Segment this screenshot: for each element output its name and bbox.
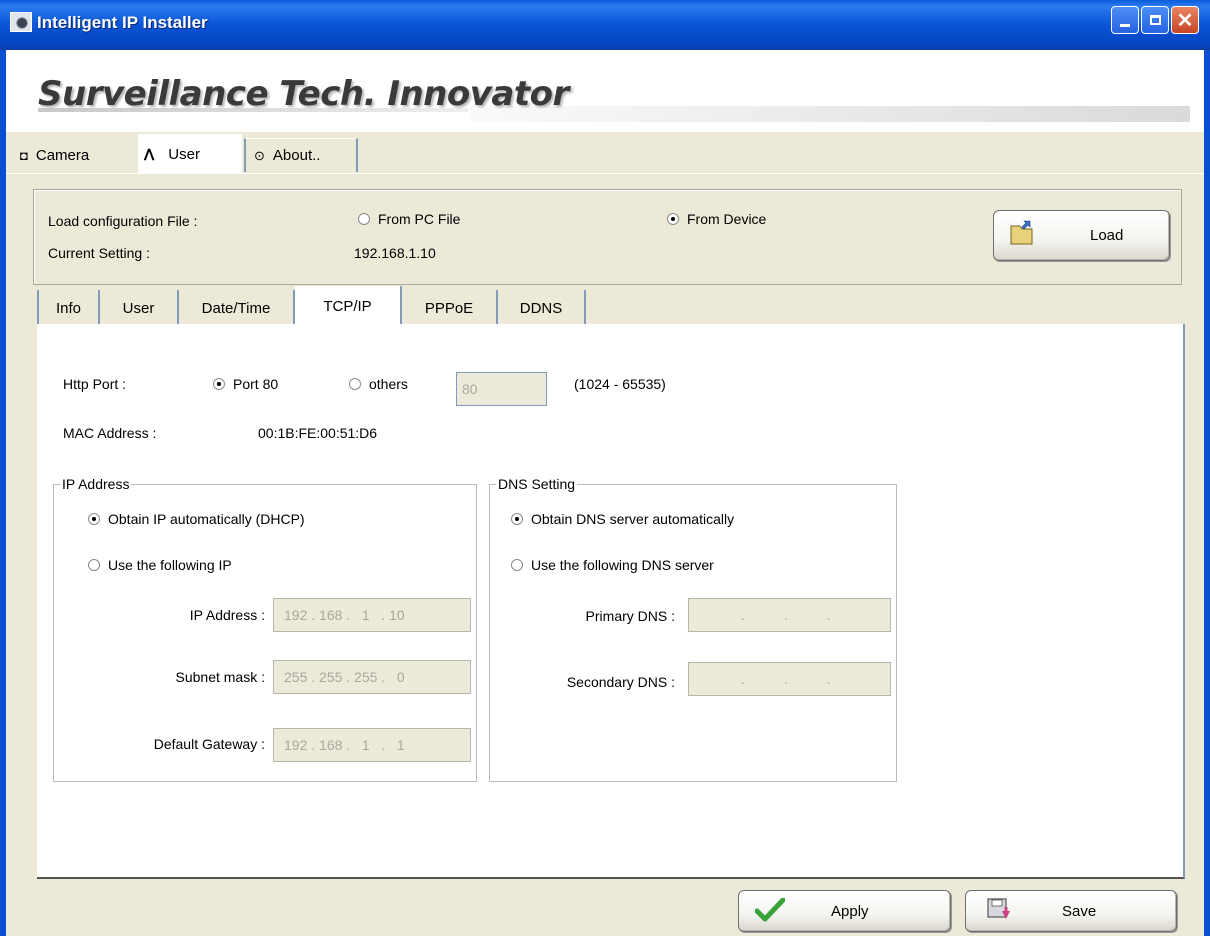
save-button-label: Save — [1062, 903, 1097, 920]
port80-label: Port 80 — [233, 376, 279, 392]
current-setting-label: Current Setting : — [48, 245, 150, 261]
dhcp-label: Obtain IP automatically (DHCP) — [108, 511, 305, 527]
ip-address-legend: IP Address — [62, 476, 130, 492]
apply-button[interactable]: Apply — [738, 890, 951, 932]
manual-ip-label: Use the following IP — [108, 557, 232, 573]
mac-address-value: 00:1B:FE:00:51:D6 — [258, 425, 378, 441]
current-setting-value: 192.168.1.10 — [354, 245, 436, 261]
subtab-ddns[interactable]: DDNS — [498, 290, 586, 326]
subnet-mask-label: Subnet mask : — [175, 669, 266, 685]
user-icon: ꓥ — [144, 146, 155, 164]
dns-manual-label: Use the following DNS server — [531, 557, 714, 573]
app-camera-icon — [10, 12, 32, 32]
others-label: others — [369, 376, 408, 392]
ip-address-input[interactable]: 192 . 168 . 1 . 10 — [273, 598, 471, 632]
dns-auto-label: Obtain DNS server automatically — [531, 511, 735, 527]
save-button[interactable]: Save — [965, 890, 1177, 932]
close-icon: ✕ — [1176, 9, 1194, 32]
tab-about-label: About.. — [272, 147, 321, 164]
ip-address-field-label: IP Address : — [189, 607, 265, 623]
info-icon: ⊙ — [254, 147, 265, 163]
primary-dns-label: Primary DNS : — [585, 608, 675, 624]
maximize-button[interactable] — [1141, 6, 1169, 34]
subtab-info-label: Info — [55, 299, 82, 317]
dns-setting-legend: DNS Setting — [498, 476, 576, 492]
subtab-user-label: User — [122, 299, 155, 317]
radio-circle-icon — [358, 213, 370, 225]
from-pc-radio[interactable]: From PC File — [358, 211, 460, 227]
tab-camera-label: Camera — [35, 146, 90, 164]
minimize-button[interactable] — [1111, 6, 1139, 34]
window-title: Intelligent IP Installer — [37, 13, 208, 32]
http-port-input[interactable]: 80 — [456, 372, 547, 406]
from-device-radio[interactable]: From Device — [667, 211, 766, 227]
radio-circle-icon — [349, 378, 361, 390]
dns-manual-radio[interactable]: Use the following DNS server — [511, 557, 714, 573]
radio-circle-icon — [88, 559, 100, 571]
port-range-hint: (1024 - 65535) — [574, 376, 666, 392]
load-config-label: Load configuration File : — [48, 213, 198, 229]
dhcp-radio[interactable]: Obtain IP automatically (DHCP) — [88, 511, 305, 527]
port80-radio[interactable]: Port 80 — [213, 376, 278, 392]
default-gateway-input[interactable]: 192 . 168 . 1 . 1 — [273, 728, 471, 762]
http-port-label: Http Port : — [63, 376, 127, 392]
camera-icon: ◘ — [20, 147, 28, 163]
close-button[interactable]: ✕ — [1171, 6, 1199, 34]
dns-auto-radio[interactable]: Obtain DNS server automatically — [511, 511, 734, 527]
subtab-tcpip-label: TCP/IP — [323, 298, 372, 315]
checkmark-icon — [755, 898, 785, 922]
subtab-pppoe[interactable]: PPPoE — [402, 290, 498, 326]
banner-stripe — [470, 106, 1190, 122]
subtab-datetime[interactable]: Date/Time — [179, 290, 295, 326]
apply-button-label: Apply — [831, 903, 869, 920]
minimize-icon — [1120, 23, 1130, 27]
tab-about[interactable]: ⊙ About.. — [244, 138, 358, 172]
load-button[interactable]: Load — [993, 210, 1170, 261]
others-radio[interactable]: others — [349, 376, 408, 392]
subtab-datetime-label: Date/Time — [201, 299, 271, 317]
subtab-tcpip[interactable]: TCP/IP — [295, 286, 402, 327]
radio-selected-icon — [511, 513, 523, 525]
window-frame-right — [1204, 50, 1210, 936]
default-gateway-label: Default Gateway : — [153, 736, 265, 752]
radio-circle-icon — [511, 559, 523, 571]
from-device-label: From Device — [687, 211, 767, 227]
radio-selected-icon — [667, 213, 679, 225]
subtab-pppoe-label: PPPoE — [424, 299, 474, 317]
load-button-label: Load — [1090, 227, 1124, 244]
radio-selected-icon — [88, 513, 100, 525]
secondary-dns-input[interactable]: . . . — [688, 662, 891, 696]
subnet-mask-input[interactable]: 255 . 255 . 255 . 0 — [273, 660, 471, 694]
radio-selected-icon — [213, 378, 225, 390]
tab-user-label: User — [168, 146, 200, 163]
subtab-ddns-label: DDNS — [519, 299, 563, 317]
manual-ip-radio[interactable]: Use the following IP — [88, 557, 232, 573]
mac-address-label: MAC Address : — [63, 425, 157, 441]
brand-logo: Surveillance Tech. Innovator — [38, 74, 569, 114]
tab-user[interactable]: ꓥ User — [138, 134, 242, 174]
tab-camera[interactable]: ◘ Camera — [20, 138, 89, 172]
load-folder-icon — [1010, 220, 1033, 245]
subtab-user[interactable]: User — [100, 290, 179, 326]
maximize-icon — [1149, 15, 1161, 25]
secondary-dns-label: Secondary DNS : — [566, 674, 675, 690]
primary-dns-input[interactable]: . . . — [688, 598, 891, 632]
from-pc-label: From PC File — [378, 211, 461, 227]
save-disk-icon — [987, 898, 1010, 919]
subtab-info[interactable]: Info — [37, 290, 100, 326]
